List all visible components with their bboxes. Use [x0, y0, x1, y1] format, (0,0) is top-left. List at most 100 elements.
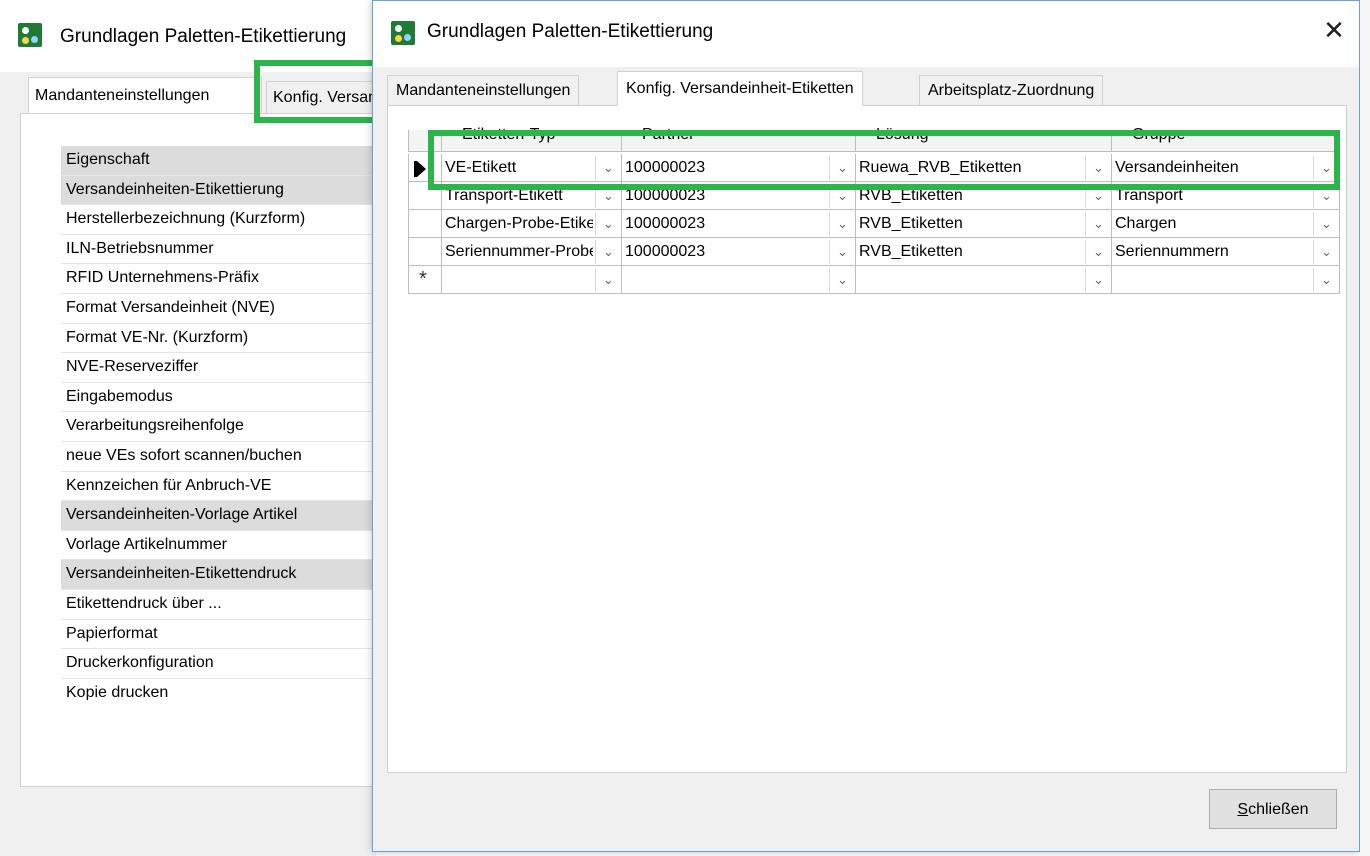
grid-cell[interactable]: RVB_Etiketten ⌄ — [856, 182, 1112, 210]
app-icon — [18, 23, 42, 47]
close-icon[interactable]: ✕ — [1319, 15, 1349, 45]
grid-cell[interactable]: Transport ⌄ — [1112, 182, 1340, 210]
property-group-header: Versandeinheiten-Etikettierung — [61, 175, 376, 206]
background-window: Grundlagen Paletten-Etikettierung Mandan… — [0, 0, 376, 856]
property-row[interactable]: Format VE-Nr. (Kurzform) — [61, 324, 376, 354]
grid-cell[interactable]: Chargen-Probe-Etikett ⌄ — [442, 210, 622, 238]
tab-konfig-versandeinheit-etiketten[interactable]: Konfig. Versandeinheit-Etiketten — [617, 71, 863, 106]
cell-value: Seriennummer-Probe — [445, 243, 593, 260]
chevron-down-icon[interactable]: ⌄ — [829, 184, 855, 208]
chevron-down-icon[interactable]: ⌄ — [1313, 184, 1339, 208]
grid-cell[interactable]: ⌄ — [622, 266, 856, 294]
row-header[interactable] — [408, 238, 442, 266]
current-row-indicator-icon — [414, 161, 426, 177]
chevron-down-icon[interactable]: ⌄ — [595, 156, 621, 180]
row-header[interactable]: * — [408, 266, 442, 294]
tab-mandanteneinstellungen[interactable]: Mandanteneinstellungen — [387, 75, 580, 105]
cell-value: 100000023 — [625, 243, 706, 260]
table-row[interactable]: Chargen-Probe-Etikett ⌄ 100000023 ⌄ RVB_Etik… — [408, 210, 1340, 238]
property-row[interactable]: NVE-Reserveziffer — [61, 353, 376, 383]
highlight-box-background-tab — [254, 60, 376, 123]
chevron-down-icon[interactable]: ⌄ — [595, 268, 621, 292]
chevron-down-icon[interactable]: ⌄ — [1313, 212, 1339, 236]
chevron-down-icon[interactable]: ⌄ — [829, 212, 855, 236]
property-row[interactable]: ILN-Betriebsnummer — [61, 235, 376, 265]
property-row[interactable]: Verarbeitungsreihenfolge — [61, 412, 376, 442]
property-list: Eigenschaft Versandeinheiten-Etikettierun… — [41, 130, 376, 700]
close-button-accelerator: S — [1237, 801, 1249, 818]
chevron-down-icon[interactable]: ⌄ — [1085, 184, 1111, 208]
row-header[interactable] — [408, 210, 442, 238]
table-row[interactable]: * ⌄ ⌄ ⌄ ⌄ — [408, 266, 1340, 294]
table-row[interactable]: Seriennummer-Probe ⌄ 100000023 ⌄ RVB_Etikett… — [408, 238, 1340, 266]
property-row[interactable]: Druckerkonfiguration — [61, 649, 376, 679]
grid-cell[interactable]: Versandeinheiten ⌄ — [1112, 154, 1340, 182]
grid-cell[interactable]: Transport-Etikett ⌄ — [442, 182, 622, 210]
grid-header-row: Etiketten-Typ Partner Lösung Gruppe — [408, 124, 1340, 152]
dialog-tab-strip: Mandanteneinstellungen Konfig. Versandei… — [387, 71, 1347, 106]
grid-cell[interactable]: 100000023 ⌄ — [622, 210, 856, 238]
grid-cell[interactable]: RVB_Etiketten ⌄ — [856, 210, 1112, 238]
cell-value: 100000023 — [625, 215, 706, 232]
schliessen-button[interactable]: Schließen — [1209, 789, 1337, 829]
property-row[interactable]: Eingabemodus — [61, 383, 376, 413]
column-header[interactable]: Partner — [622, 126, 856, 152]
grid-cell[interactable]: 100000023 ⌄ — [622, 182, 856, 210]
chevron-down-icon[interactable]: ⌄ — [595, 184, 621, 208]
chevron-down-icon[interactable]: ⌄ — [595, 212, 621, 236]
background-tab-panel: Eigenschaft Versandeinheiten-Etikettierun… — [20, 113, 376, 787]
property-row[interactable]: Format Versandeinheit (NVE) — [61, 294, 376, 324]
chevron-down-icon[interactable]: ⌄ — [1313, 156, 1339, 180]
chevron-down-icon[interactable]: ⌄ — [829, 240, 855, 264]
cell-value: Ruewa_RVB_Etiketten — [859, 159, 1022, 176]
chevron-down-icon[interactable]: ⌄ — [1085, 212, 1111, 236]
property-row[interactable]: Vorlage Artikelnummer — [61, 531, 376, 561]
property-row[interactable]: Kennzeichen für Anbruch-VE — [61, 472, 376, 502]
cell-value: Chargen — [1115, 215, 1177, 232]
cell-value: Versandeinheiten — [1115, 159, 1239, 176]
grid-cell[interactable]: RVB_Etiketten ⌄ — [856, 238, 1112, 266]
column-header-label: Etiketten-Typ — [462, 126, 556, 143]
grid-cell[interactable]: 100000023 ⌄ — [622, 154, 856, 182]
column-header[interactable]: Lösung — [856, 126, 1112, 152]
chevron-down-icon[interactable]: ⌄ — [1313, 240, 1339, 264]
cell-value: RVB_Etiketten — [859, 187, 963, 204]
grid-cell[interactable]: ⌄ — [856, 266, 1112, 294]
column-header[interactable]: Gruppe — [1112, 126, 1340, 152]
background-window-title: Grundlagen Paletten-Etikettierung — [60, 26, 347, 47]
grid-cell[interactable]: Chargen ⌄ — [1112, 210, 1340, 238]
chevron-down-icon[interactable]: ⌄ — [1085, 268, 1111, 292]
cell-value: Transport — [1115, 187, 1183, 204]
cell-value: 100000023 — [625, 159, 706, 176]
property-row[interactable]: Kopie drucken — [61, 679, 376, 700]
property-row[interactable]: RFID Unternehmens-Präfix — [61, 264, 376, 294]
cell-value: RVB_Etiketten — [859, 215, 963, 232]
grid-cell[interactable]: Seriennummer-Probe ⌄ — [442, 238, 622, 266]
chevron-down-icon[interactable]: ⌄ — [829, 156, 855, 180]
bg-tab-mandanteneinstellungen[interactable]: Mandanteneinstellungen — [28, 77, 262, 113]
table-row[interactable]: Transport-Etikett ⌄ 100000023 ⌄ RVB_Etikette… — [408, 182, 1340, 210]
column-header[interactable]: Etiketten-Typ — [442, 126, 622, 152]
table-row[interactable]: VE-Etikett ⌄ 100000023 ⌄ Ruewa_RVB_Etiketten… — [408, 154, 1340, 182]
chevron-down-icon[interactable]: ⌄ — [1085, 156, 1111, 180]
chevron-down-icon[interactable]: ⌄ — [829, 268, 855, 292]
property-group-header: Eigenschaft — [61, 146, 376, 176]
grid-cell[interactable]: Seriennummern ⌄ — [1112, 238, 1340, 266]
chevron-down-icon[interactable]: ⌄ — [595, 240, 621, 264]
grid-cell[interactable]: ⌄ — [442, 266, 622, 294]
tab-arbeitsplatz-zuordnung[interactable]: Arbeitsplatz-Zuordnung — [919, 75, 1104, 105]
grid-cell[interactable]: VE-Etikett ⌄ — [442, 154, 622, 182]
dialog-title: Grundlagen Paletten-Etikettierung — [427, 21, 714, 42]
property-row[interactable]: Herstellerbezeichnung (Kurzform) — [61, 205, 376, 235]
chevron-down-icon[interactable]: ⌄ — [1313, 268, 1339, 292]
row-header[interactable] — [408, 182, 442, 210]
grid-cell[interactable]: ⌄ — [1112, 266, 1340, 294]
cell-value: 100000023 — [625, 187, 706, 204]
row-header[interactable] — [408, 154, 442, 182]
grid-cell[interactable]: 100000023 ⌄ — [622, 238, 856, 266]
property-row[interactable]: neue VEs sofort scannen/buchen — [61, 442, 376, 472]
property-row[interactable]: Etikettendruck über ... — [61, 590, 376, 620]
chevron-down-icon[interactable]: ⌄ — [1085, 240, 1111, 264]
grid-cell[interactable]: Ruewa_RVB_Etiketten ⌄ — [856, 154, 1112, 182]
property-row[interactable]: Papierformat — [61, 620, 376, 650]
